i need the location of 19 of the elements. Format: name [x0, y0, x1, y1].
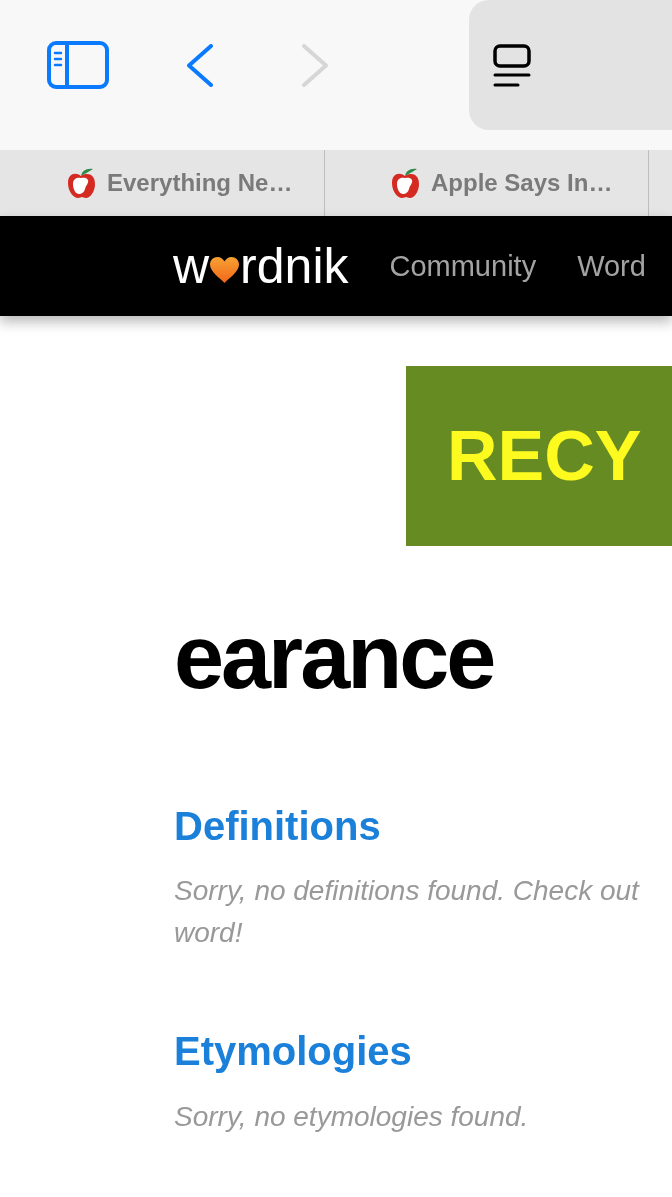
empty-message: Sorry, no etymologies found. [174, 1100, 529, 1134]
ad-banner[interactable]: RECY [406, 366, 672, 546]
site-logo[interactable]: w rdnik [173, 241, 349, 291]
back-button[interactable] [187, 44, 213, 87]
apple-icon [390, 167, 421, 199]
nav-link[interactable]: Community [389, 249, 537, 283]
forward-chevron-icon [302, 44, 328, 87]
section-heading: Definitions [174, 803, 381, 850]
word-title: earance [174, 612, 494, 702]
sidebar-button[interactable] [47, 41, 109, 89]
rectangle-lines-icon[interactable] [493, 44, 531, 87]
apple-icon [66, 167, 97, 199]
heart-icon [210, 257, 240, 283]
section-heading: Etymologies [174, 1028, 412, 1075]
nav-link[interactable]: Word [577, 249, 646, 283]
back-chevron-icon [187, 44, 213, 87]
empty-message: Sorry, no definitions found. Check out word! [174, 874, 639, 950]
sidebar-icon [47, 41, 109, 89]
address-bar[interactable] [469, 0, 672, 130]
